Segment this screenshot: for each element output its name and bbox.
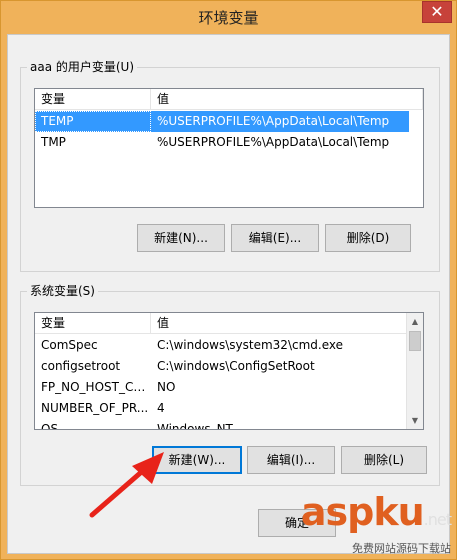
system-vars-group: 系统变量(S) 变量 值 ComSpec C:\windows\system32… xyxy=(20,283,440,486)
system-var-row[interactable]: ComSpec C:\windows\system32\cmd.exe xyxy=(35,335,423,356)
column-header-variable[interactable]: 变量 xyxy=(35,89,151,110)
close-icon: ✕ xyxy=(430,2,444,21)
system-var-value: C:\windows\system32\cmd.exe xyxy=(157,338,343,352)
user-var-name: TEMP xyxy=(35,111,151,132)
user-var-value: %USERPROFILE%\AppData\Local\Temp xyxy=(157,114,390,128)
system-vars-group-label: 系统变量(S) xyxy=(27,283,98,299)
system-var-name: FP_NO_HOST_CH... xyxy=(41,380,151,394)
system-vars-header: 变量 值 xyxy=(35,313,408,334)
watermark-caption: 免费网站源码下载站 xyxy=(352,542,451,555)
system-vars-scrollbar[interactable]: ▲ ▼ xyxy=(406,313,423,429)
column-header-variable[interactable]: 变量 xyxy=(35,313,151,334)
user-vars-list[interactable]: 变量 值 TEMP %USERPROFILE%\AppData\Local\Te… xyxy=(34,88,424,208)
system-var-value: C:\windows\ConfigSetRoot xyxy=(157,359,315,373)
user-new-button[interactable]: 新建(N)... xyxy=(137,224,225,252)
user-edit-button[interactable]: 编辑(E)... xyxy=(231,224,319,252)
user-var-value: %USERPROFILE%\AppData\Local\Temp xyxy=(157,135,390,149)
system-var-row[interactable]: NUMBER_OF_PR... 4 xyxy=(35,398,423,419)
scroll-down-icon[interactable]: ▼ xyxy=(407,412,423,429)
user-var-row-temp[interactable]: TEMP %USERPROFILE%\AppData\Local\Temp xyxy=(35,111,409,132)
column-header-value[interactable]: 值 xyxy=(151,313,408,334)
system-var-row[interactable]: OS Windows_NT xyxy=(35,419,423,430)
system-vars-list[interactable]: 变量 值 ComSpec C:\windows\system32\cmd.exe… xyxy=(34,312,424,430)
watermark-suffix: .net xyxy=(423,510,452,529)
system-var-row[interactable]: FP_NO_HOST_CH... NO xyxy=(35,377,423,398)
watermark-logo: aspku.net xyxy=(300,490,452,534)
user-vars-group: aaa 的用户变量(U) 变量 值 TEMP %USERPROFILE%\App… xyxy=(20,59,440,272)
env-vars-dialog: 环境变量 ✕ aaa 的用户变量(U) 变量 值 TEMP %USERPROFI… xyxy=(0,0,457,560)
system-var-name: OS xyxy=(41,422,59,430)
system-var-name: ComSpec xyxy=(41,338,98,352)
system-var-value: Windows_NT xyxy=(157,422,233,430)
user-vars-group-label: aaa 的用户变量(U) xyxy=(27,59,138,75)
user-delete-button[interactable]: 删除(D) xyxy=(325,224,411,252)
scroll-up-icon[interactable]: ▲ xyxy=(407,313,423,330)
system-var-value: NO xyxy=(157,380,176,394)
title-bar[interactable]: 环境变量 ✕ xyxy=(1,1,456,34)
system-var-row[interactable]: configsetroot C:\windows\ConfigSetRoot xyxy=(35,356,423,377)
user-var-name: TMP xyxy=(41,135,66,149)
system-var-name: configsetroot xyxy=(41,359,121,373)
system-var-value: 4 xyxy=(157,401,165,415)
system-var-name: NUMBER_OF_PR... xyxy=(41,401,149,415)
system-delete-button[interactable]: 删除(L) xyxy=(341,446,427,474)
user-vars-header: 变量 值 xyxy=(35,89,423,110)
scroll-thumb[interactable] xyxy=(409,331,421,351)
close-button[interactable]: ✕ xyxy=(422,1,452,23)
column-header-value[interactable]: 值 xyxy=(151,89,423,110)
dialog-client-area: aaa 的用户变量(U) 变量 值 TEMP %USERPROFILE%\App… xyxy=(7,34,450,554)
watermark-brand: aspku xyxy=(300,490,425,534)
user-var-row-tmp[interactable]: TMP %USERPROFILE%\AppData\Local\Temp xyxy=(35,132,423,153)
system-new-button[interactable]: 新建(W)... xyxy=(152,446,242,474)
window-title: 环境变量 xyxy=(198,9,259,27)
system-edit-button[interactable]: 编辑(I)... xyxy=(247,446,335,474)
